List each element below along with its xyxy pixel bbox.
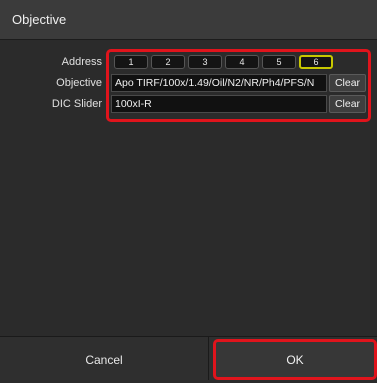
title-bar: Objective [0, 0, 377, 40]
window-title: Objective [12, 12, 67, 27]
dic-slider-label: DIC Slider [51, 98, 102, 110]
cancel-button[interactable]: Cancel [0, 337, 208, 380]
footer-divider [208, 337, 209, 380]
ok-button[interactable]: OK [213, 339, 377, 380]
objective-label: Objective [56, 77, 102, 89]
address-label: Address [61, 56, 102, 68]
settings-highlight-frame [106, 49, 371, 122]
